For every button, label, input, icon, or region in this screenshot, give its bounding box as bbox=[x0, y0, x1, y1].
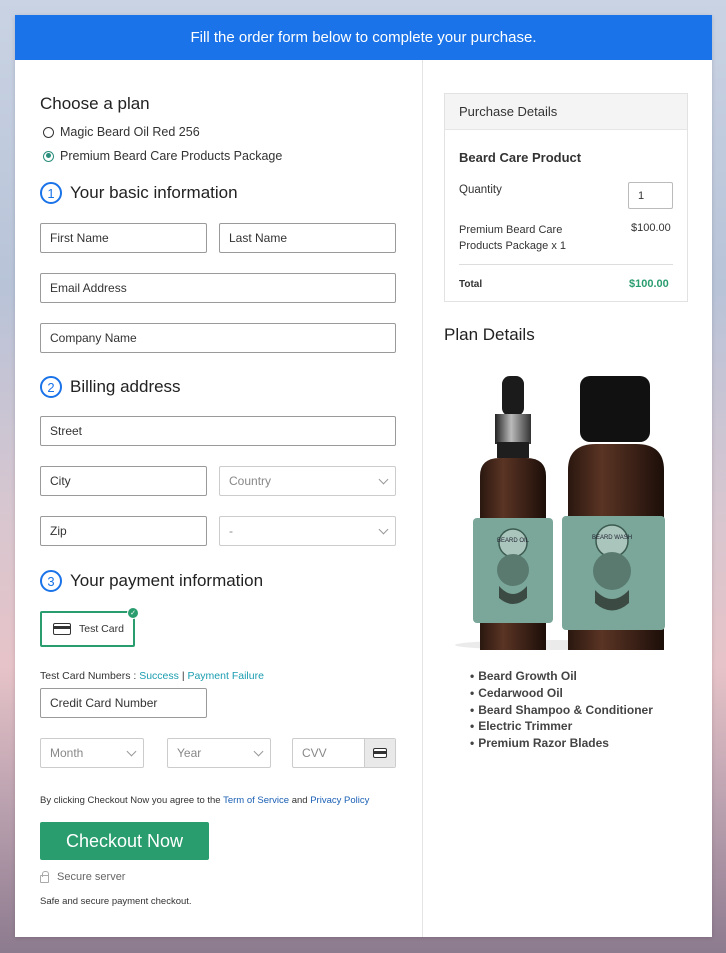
credit-card-icon bbox=[53, 623, 71, 635]
plan-option-2[interactable]: Premium Beard Care Products Package bbox=[43, 149, 282, 163]
list-item: Beard Growth Oil bbox=[470, 668, 653, 685]
line-item-name-1: Premium Beard Care bbox=[459, 224, 563, 236]
total-value: $100.00 bbox=[629, 278, 669, 290]
state-select-value: - bbox=[229, 524, 233, 538]
city-input[interactable]: City bbox=[40, 466, 207, 496]
total-divider bbox=[459, 264, 673, 265]
secure-checkout-note: Safe and secure payment checkout. bbox=[40, 896, 192, 907]
step-title: Your payment information bbox=[70, 571, 264, 590]
email-input[interactable]: Email Address bbox=[40, 273, 396, 303]
test-card-label: Test Card bbox=[79, 623, 124, 635]
plan-option-1[interactable]: Magic Beard Oil Red 256 bbox=[43, 125, 200, 139]
separator: | bbox=[181, 670, 185, 682]
list-item: Cedarwood Oil bbox=[470, 685, 653, 702]
terms-of-service-link[interactable]: Term of Service bbox=[223, 795, 289, 806]
year-select[interactable]: Year bbox=[167, 738, 271, 768]
list-item: Electric Trimmer bbox=[470, 718, 653, 735]
payment-failure-link[interactable]: Payment Failure bbox=[187, 670, 263, 682]
country-select-value: Country bbox=[229, 474, 272, 488]
country-select[interactable]: Country bbox=[219, 466, 396, 496]
total-label: Total bbox=[459, 279, 483, 290]
quantity-label: Quantity bbox=[459, 184, 502, 196]
step-title: Your basic information bbox=[70, 183, 238, 202]
chevron-down-icon bbox=[126, 746, 137, 756]
test-card-numbers: Test Card Numbers : Success | Payment Fa… bbox=[40, 670, 264, 682]
test-card-numbers-label: Test Card Numbers : bbox=[40, 670, 137, 682]
first-name-input[interactable]: First Name bbox=[40, 223, 207, 253]
step-billing: 2 Billing address bbox=[40, 376, 181, 398]
checkout-now-button[interactable]: Checkout Now bbox=[40, 822, 209, 860]
terms-text: By clicking Checkout Now you agree to th… bbox=[40, 795, 369, 806]
lock-icon bbox=[40, 870, 49, 883]
beard-oil-bottle: BEARD OIL bbox=[473, 376, 553, 650]
step-number-badge: 3 bbox=[40, 570, 62, 592]
plan-features-list: Beard Growth Oil Cedarwood Oil Beard Sha… bbox=[470, 668, 653, 752]
plan-option-label: Magic Beard Oil Red 256 bbox=[60, 125, 200, 139]
test-card-option[interactable]: Test Card ✓ bbox=[40, 607, 139, 647]
purchase-details-heading: Purchase Details bbox=[445, 94, 687, 130]
terms-and: and bbox=[291, 795, 308, 806]
step-payment: 3 Your payment information bbox=[40, 570, 263, 592]
secure-server-label: Secure server bbox=[57, 871, 126, 883]
credit-card-icon bbox=[373, 748, 387, 758]
product-image: BEARD OIL BEARD WASH bbox=[455, 376, 665, 650]
line-item: Premium Beard Care Products Package x 1 bbox=[459, 222, 566, 254]
checkmark-icon: ✓ bbox=[127, 607, 139, 619]
street-input[interactable]: Street bbox=[40, 416, 396, 446]
radio-button[interactable] bbox=[43, 126, 54, 138]
line-item-name-2: Products Package x 1 bbox=[459, 240, 567, 252]
beard-wash-label-text: BEARD WASH bbox=[592, 535, 632, 541]
step-title: Billing address bbox=[70, 377, 181, 396]
plan-option-label: Premium Beard Care Products Package bbox=[60, 149, 283, 163]
beard-oil-label-text: BEARD OIL bbox=[497, 538, 530, 544]
line-item-price: $100.00 bbox=[631, 222, 671, 234]
step-number-badge: 2 bbox=[40, 376, 62, 398]
cvv-input[interactable]: CVV bbox=[292, 738, 396, 768]
quantity-input[interactable]: 1 bbox=[628, 182, 673, 209]
column-divider bbox=[422, 60, 423, 937]
choose-plan-heading: Choose a plan bbox=[40, 94, 150, 113]
card-number-input[interactable]: Credit Card Number bbox=[40, 688, 207, 718]
month-select[interactable]: Month bbox=[40, 738, 144, 768]
product-name: Beard Care Product bbox=[459, 150, 582, 165]
company-input[interactable]: Company Name bbox=[40, 323, 396, 353]
privacy-policy-link[interactable]: Privacy Policy bbox=[310, 795, 369, 806]
zip-input[interactable]: Zip bbox=[40, 516, 207, 546]
chevron-down-icon bbox=[378, 524, 389, 534]
order-form-card: Fill the order form below to complete yo… bbox=[15, 15, 712, 937]
cvv-card-icon-box bbox=[364, 739, 395, 767]
month-select-value: Month bbox=[50, 746, 84, 760]
state-select[interactable]: - bbox=[219, 516, 396, 546]
plan-details-heading: Plan Details bbox=[444, 325, 535, 344]
chevron-down-icon bbox=[253, 746, 264, 756]
step-number-badge: 1 bbox=[40, 182, 62, 204]
step-basic-info: 1 Your basic information bbox=[40, 182, 238, 204]
secure-server: Secure server bbox=[40, 870, 126, 883]
terms-prefix: By clicking Checkout Now you agree to th… bbox=[40, 795, 221, 806]
chevron-down-icon bbox=[378, 474, 389, 484]
beard-wash-bottle: BEARD WASH bbox=[562, 376, 665, 650]
radio-button-selected[interactable] bbox=[43, 150, 54, 162]
year-select-value: Year bbox=[177, 746, 202, 760]
cvv-placeholder: CVV bbox=[302, 746, 327, 760]
last-name-input[interactable]: Last Name bbox=[219, 223, 396, 253]
list-item: Premium Razor Blades bbox=[470, 735, 653, 752]
success-link[interactable]: Success bbox=[139, 670, 179, 682]
top-banner: Fill the order form below to complete yo… bbox=[15, 15, 712, 60]
list-item: Beard Shampoo & Conditioner bbox=[470, 702, 653, 719]
